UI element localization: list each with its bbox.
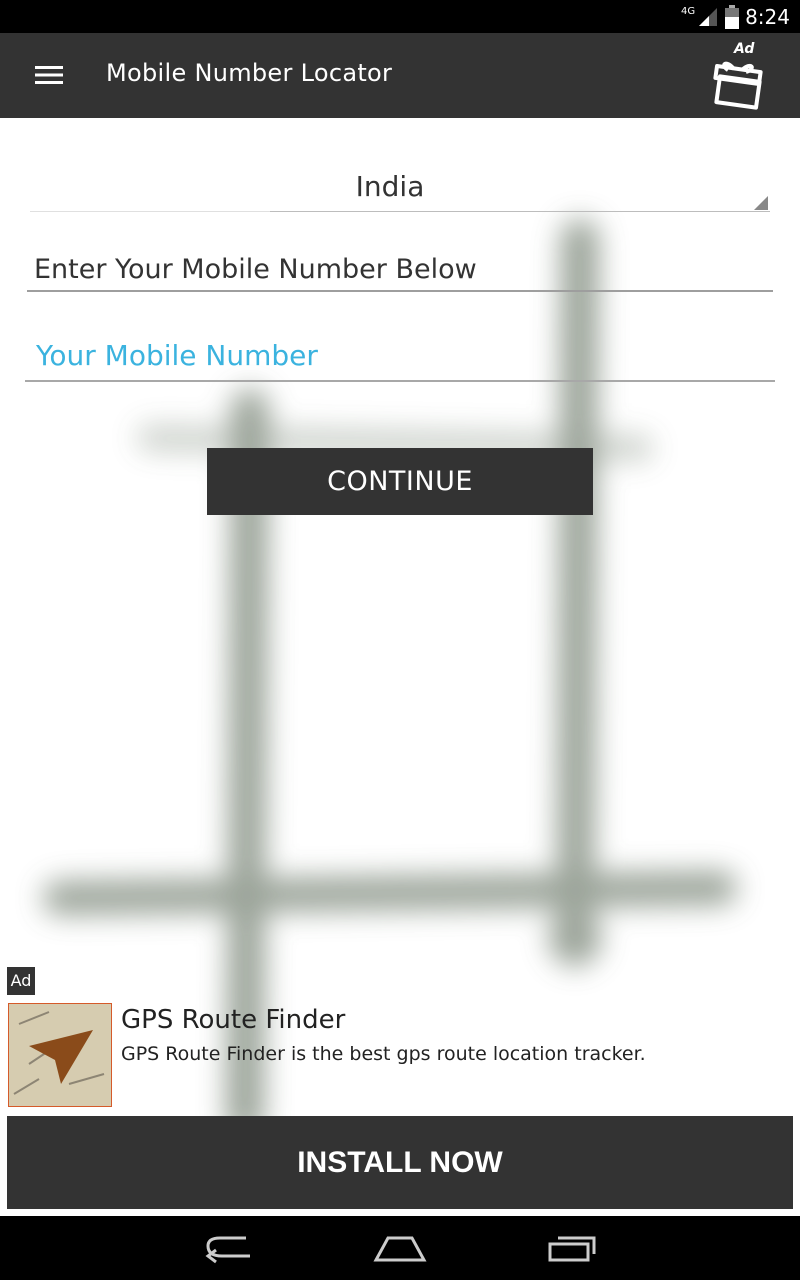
navigation-arrow-icon <box>9 1004 111 1106</box>
dropdown-caret-icon <box>754 196 768 210</box>
select-underline-dark <box>270 211 770 212</box>
mobile-number-input[interactable] <box>25 330 775 382</box>
status-time: 8:24 <box>745 5 790 29</box>
back-icon[interactable] <box>202 1232 258 1264</box>
mobile-number-prompt: Enter Your Mobile Number Below <box>34 254 477 285</box>
battery-icon <box>725 5 740 29</box>
app-title: Mobile Number Locator <box>106 59 393 87</box>
ad-label: Ad <box>734 41 755 57</box>
country-select[interactable]: India <box>30 158 770 212</box>
ad-badge: Ad <box>7 967 35 995</box>
menu-icon[interactable] <box>35 63 63 87</box>
system-nav-bar <box>0 1216 800 1280</box>
gift-icon <box>713 61 763 110</box>
prompt-divider <box>27 290 773 292</box>
signal-icon <box>699 8 718 26</box>
status-bar: 4G 8:24 <box>0 0 800 33</box>
country-value: India <box>355 170 425 203</box>
install-now-button[interactable]: INSTALL NOW <box>7 1116 793 1209</box>
recents-icon[interactable] <box>544 1232 600 1264</box>
ad-title[interactable]: GPS Route Finder <box>121 1005 345 1035</box>
continue-button[interactable]: CONTINUE <box>207 448 593 515</box>
app-bar: Mobile Number Locator Ad <box>0 33 800 118</box>
network-type-label: 4G <box>680 5 696 17</box>
home-icon[interactable] <box>372 1232 428 1264</box>
ad-app-thumbnail[interactable] <box>8 1003 112 1107</box>
ad-description: GPS Route Finder is the best gps route l… <box>121 1043 646 1065</box>
ad-gift-button[interactable]: Ad <box>712 41 768 110</box>
